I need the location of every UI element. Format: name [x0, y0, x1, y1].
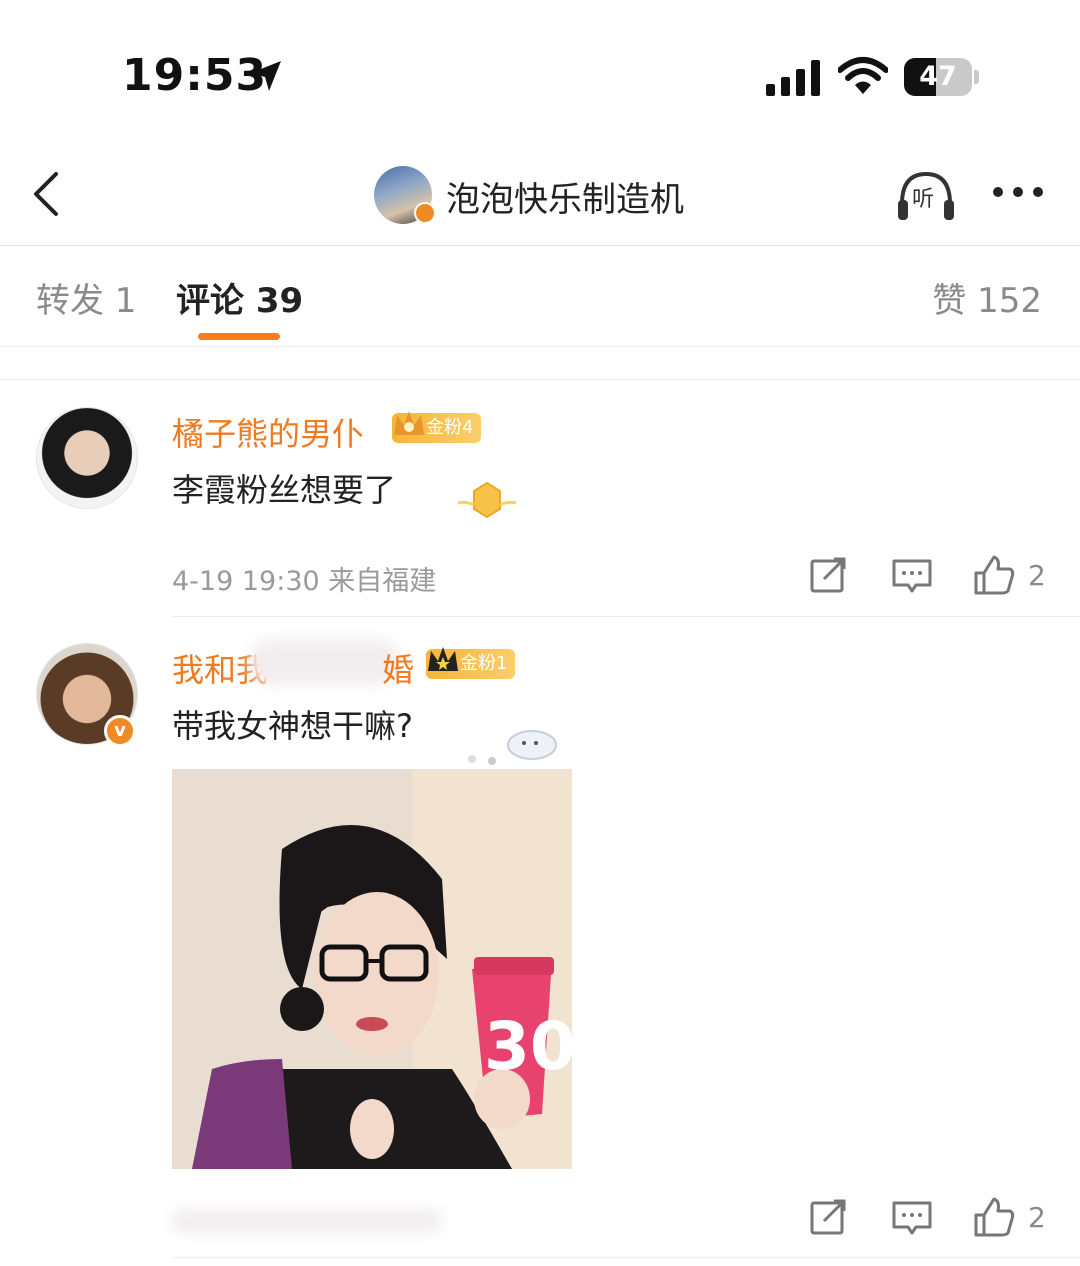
repost-icon[interactable] — [806, 1195, 850, 1239]
comment-text: 李霞粉丝想要了 — [172, 471, 397, 509]
comment-icon[interactable] — [890, 553, 934, 597]
tab-like[interactable]: 赞 152 — [932, 273, 1042, 322]
like-count: 2 — [1028, 559, 1046, 592]
like-count: 2 — [1028, 1201, 1046, 1234]
comment-icon[interactable] — [890, 1195, 934, 1239]
active-tab-indicator — [198, 333, 280, 340]
redacted-meta — [172, 1209, 442, 1233]
verified-badge — [414, 202, 436, 224]
comment-username[interactable]: 橘子熊的男仆 — [172, 409, 364, 455]
sticker-decoration — [457, 481, 517, 519]
tab-comment[interactable]: 评论 39 — [176, 273, 303, 322]
signal-icon — [766, 60, 820, 96]
repost-icon[interactable] — [806, 553, 850, 597]
sticker-decoration — [468, 730, 557, 765]
fan-badge: 金粉1 — [426, 647, 516, 679]
verified-badge: v — [104, 715, 136, 747]
fan-badge-label: 金粉1 — [460, 653, 508, 674]
crown-icon — [428, 647, 458, 671]
wifi-icon — [838, 57, 888, 94]
avatar[interactable] — [36, 407, 138, 509]
page-title[interactable]: 泡泡快乐制造机 — [446, 172, 684, 221]
thumbs-up-icon[interactable] — [972, 553, 1016, 597]
tab-forward[interactable]: 转发 1 — [36, 273, 136, 322]
crown-icon — [394, 411, 424, 435]
comment-username-tail: 婚 — [382, 651, 415, 689]
fan-badge-label: 金粉4 — [426, 417, 474, 438]
tab-bar: 转发 1 评论 39 赞 152 — [0, 247, 1080, 347]
clipped-previous-comment — [0, 348, 1080, 380]
battery-cap — [974, 70, 979, 84]
redacted-username — [250, 639, 400, 685]
divider — [172, 1257, 1080, 1258]
status-time: 19:53 — [122, 50, 268, 101]
location-arrow-icon — [251, 61, 281, 91]
cup-number: 30 — [484, 1008, 572, 1085]
comment-item: v 我和我 婚 金粉1 带我女神想干嘛? 30 2 — [0, 617, 1080, 1262]
comment-text: 带我女神想干嘛? — [172, 707, 413, 745]
comment-image[interactable]: 30 — [172, 769, 572, 1169]
battery-icon: 47 — [904, 58, 972, 96]
fan-badge: 金粉4 — [392, 411, 482, 443]
more-icon[interactable] — [988, 170, 1048, 214]
comment-meta: 4-19 19:30 来自福建 — [172, 566, 437, 597]
battery-percent: 47 — [919, 61, 957, 92]
photo-illustration: 30 — [172, 769, 572, 1169]
comment-item: 橘子熊的男仆 金粉4 李霞粉丝想要了 4-19 19:30 来自福建 2 — [0, 381, 1080, 617]
listen-label: 听 — [912, 187, 935, 212]
back-icon[interactable] — [20, 164, 80, 224]
status-bar: 19:53 47 — [0, 0, 1080, 150]
nav-bar: 泡泡快乐制造机 听 — [0, 150, 1080, 246]
thumbs-up-icon[interactable] — [972, 1195, 1016, 1239]
